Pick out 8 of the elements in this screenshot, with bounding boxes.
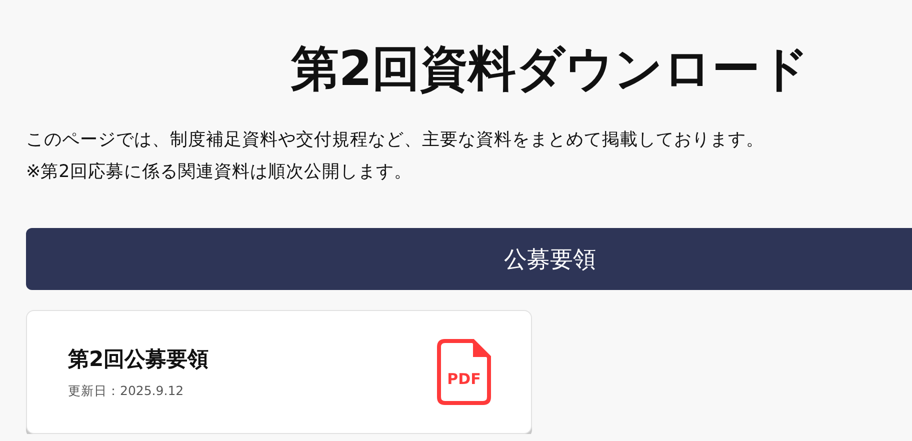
document-title[interactable]: 第2回公募要領 [68,344,209,372]
updated-date: 更新日：2025.9.12 [68,382,185,400]
page-title: 第2回資料ダウンロード [290,40,810,99]
pdf-icon[interactable]: PDF [437,339,491,405]
section-header: 公募要領 [26,228,912,290]
intro-text: ※第2回応募に係る関連資料は順次公開します。 [26,161,413,184]
intro-text: このページでは、制度補足資料や交付規程など、主要な資料をまとめて掲載しております。 [26,129,765,152]
document-card[interactable]: 第2回公募要領 更新日：2025.9.12 PDF [26,310,532,434]
